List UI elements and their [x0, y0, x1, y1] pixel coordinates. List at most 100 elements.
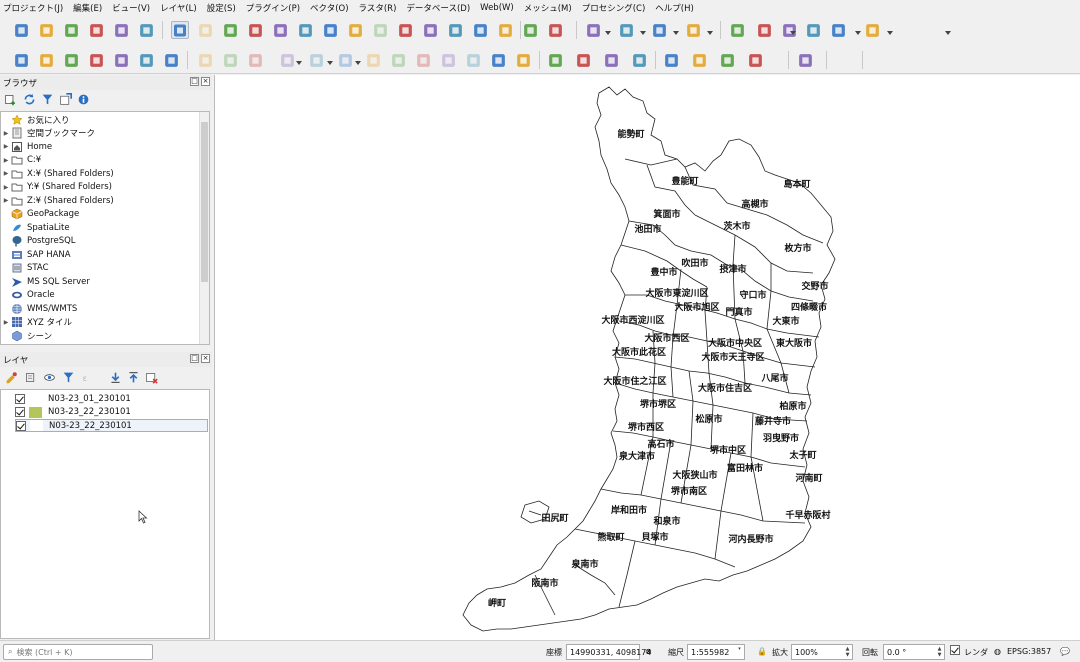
zoom-out-icon[interactable]	[246, 21, 264, 39]
menu-item-3[interactable]: レイヤ(L)	[160, 2, 197, 14]
expand-arrow-icon[interactable]: ▶	[1, 197, 11, 204]
messages-icon[interactable]: 💬	[1060, 647, 1070, 656]
scale-dropdown-icon[interactable]: ▾	[736, 646, 743, 658]
browser-item-spatialite[interactable]: SpatiaLite	[1, 221, 199, 234]
expand-arrow-icon[interactable]: ▶	[1, 184, 11, 191]
style-manager-icon[interactable]	[4, 370, 19, 385]
layout-manager-icon[interactable]	[137, 21, 155, 39]
select-by-location-icon[interactable]	[617, 21, 635, 39]
pan-to-selection-icon[interactable]	[196, 21, 214, 39]
pan-tool-icon[interactable]	[171, 21, 189, 39]
copy-icon[interactable]	[389, 51, 407, 69]
rotate-label-icon[interactable]	[662, 51, 680, 69]
chevron-down-icon[interactable]	[296, 58, 302, 65]
select-by-value-icon[interactable]	[584, 21, 602, 39]
open-project-icon[interactable]	[37, 21, 55, 39]
help-icon[interactable]	[796, 51, 814, 69]
python-console-icon[interactable]	[718, 51, 736, 69]
browser-item-geopackage[interactable]: GeoPackage	[1, 208, 199, 221]
change-label-icon[interactable]	[690, 51, 708, 69]
paste-icon[interactable]	[414, 51, 432, 69]
save-project-icon[interactable]	[62, 21, 80, 39]
layer-visibility-checkbox[interactable]	[16, 420, 26, 431]
browser-item-scene[interactable]: シーン	[1, 329, 199, 342]
redo-icon[interactable]	[464, 51, 482, 69]
digitize-icon[interactable]	[246, 51, 264, 69]
show-labels-icon[interactable]	[602, 51, 620, 69]
cut-icon[interactable]	[364, 51, 382, 69]
collapse-all-icon[interactable]	[126, 370, 141, 385]
menu-item-1[interactable]: 編集(E)	[73, 2, 102, 14]
menu-item-8[interactable]: データベース(D)	[406, 2, 470, 14]
remove-layer-icon[interactable]	[144, 370, 159, 385]
refresh-icon[interactable]	[22, 92, 37, 107]
close-panel-icon[interactable]: ×	[201, 77, 210, 86]
new-project-icon[interactable]	[12, 21, 30, 39]
chevron-down-icon[interactable]	[855, 28, 861, 35]
browser-item-star[interactable]: お気に入り	[1, 113, 199, 126]
browser-item-folder[interactable]: ▶ X:¥ (Shared Folders)	[1, 167, 199, 180]
filter-icon[interactable]	[40, 92, 55, 107]
expand-arrow-icon[interactable]: ▶	[1, 143, 11, 150]
close-panel-icon[interactable]: ×	[201, 354, 210, 363]
layer-item[interactable]: N03-23_01_230101	[15, 392, 131, 405]
highlight-pinned-icon[interactable]	[546, 51, 564, 69]
select-features-icon[interactable]	[521, 21, 539, 39]
expand-arrow-icon[interactable]: ▶	[1, 157, 11, 164]
annotation-icon[interactable]	[829, 21, 847, 39]
statistics-icon[interactable]	[755, 21, 773, 39]
browser-item-wms[interactable]: WMS/WMTS	[1, 302, 199, 315]
magnify-field[interactable]: 100% ▲ ▼	[791, 644, 853, 660]
render-checkbox[interactable]	[950, 645, 964, 655]
menu-item-5[interactable]: プラグイン(P)	[246, 2, 300, 14]
lock-scale-icon[interactable]: 🔒	[757, 647, 767, 656]
layer-symbol-swatch[interactable]	[29, 406, 42, 418]
attribute-table-icon[interactable]	[684, 21, 702, 39]
label-toolbar-icon[interactable]	[489, 51, 507, 69]
crs-value[interactable]: EPSG:3857	[1007, 647, 1051, 656]
menu-item-6[interactable]: ベクタ(O)	[310, 2, 348, 14]
filter-by-expression-icon[interactable]: ε	[80, 370, 95, 385]
chevron-down-icon[interactable]	[945, 28, 951, 35]
properties-info-icon[interactable]	[76, 92, 91, 107]
layer-labeling-icon[interactable]	[514, 51, 532, 69]
rotation-field[interactable]: 0.0 ° ▲ ▼	[883, 644, 945, 660]
map-canvas[interactable]: 能勢町 豊能町 島本町 高槻市 箕面市 池田市 茨木市 枚方市 吹田市 豊中市 摂津市 交野市 大阪市東…	[214, 75, 1080, 640]
rotation-spinner-icon[interactable]: ▲ ▼	[936, 646, 943, 658]
chevron-down-icon[interactable]	[327, 58, 333, 65]
menu-item-12[interactable]: ヘルプ(H)	[655, 2, 694, 14]
save-edits-icon[interactable]	[221, 51, 239, 69]
menu-item-4[interactable]: 設定(S)	[207, 2, 236, 14]
add-selected-layers-icon[interactable]	[3, 92, 18, 107]
current-edits-icon[interactable]	[162, 51, 180, 69]
measure-icon[interactable]	[804, 21, 822, 39]
expand-arrow-icon[interactable]: ▶	[1, 130, 11, 137]
layer-symbol-swatch[interactable]	[29, 393, 42, 404]
zoom-last-icon[interactable]	[371, 21, 389, 39]
float-panel-icon[interactable]: □	[190, 77, 199, 86]
expand-arrow-icon[interactable]: ▶	[1, 170, 11, 177]
zoom-in-icon[interactable]	[221, 21, 239, 39]
chevron-down-icon[interactable]	[790, 28, 796, 35]
chevron-down-icon[interactable]	[640, 28, 646, 35]
browser-item-folder[interactable]: ▶ Z:¥ (Shared Folders)	[1, 194, 199, 207]
menu-item-0[interactable]: プロジェクト(J)	[3, 2, 63, 14]
locator-search-input[interactable]: ⌕ 検索 (Ctrl + K)	[3, 644, 153, 660]
coordinate-field[interactable]: 14990331, 4098174	[566, 644, 651, 660]
chevron-down-icon[interactable]	[707, 28, 713, 35]
map-tips-icon[interactable]	[863, 21, 881, 39]
browser-item-oracle[interactable]: Oracle	[1, 289, 199, 302]
browser-item-folder[interactable]: ▶ Y:¥ (Shared Folders)	[1, 181, 199, 194]
add-group-icon[interactable]	[23, 370, 38, 385]
zoom-native-icon[interactable]	[346, 21, 364, 39]
browser-item-mssql[interactable]: MS SQL Server	[1, 275, 199, 288]
data-source-manager-icon[interactable]	[12, 51, 30, 69]
layer-symbol-swatch[interactable]	[30, 420, 43, 431]
magnify-spinner-icon[interactable]: ▲ ▼	[844, 646, 851, 658]
layer-item[interactable]: N03-23_22_230101	[15, 406, 131, 419]
metasearch-icon[interactable]	[746, 51, 764, 69]
manage-visibility-icon[interactable]	[42, 370, 57, 385]
new-virtual-layer-icon[interactable]	[137, 51, 155, 69]
collapse-all-icon[interactable]	[58, 92, 73, 107]
chevron-down-icon[interactable]	[355, 58, 361, 65]
